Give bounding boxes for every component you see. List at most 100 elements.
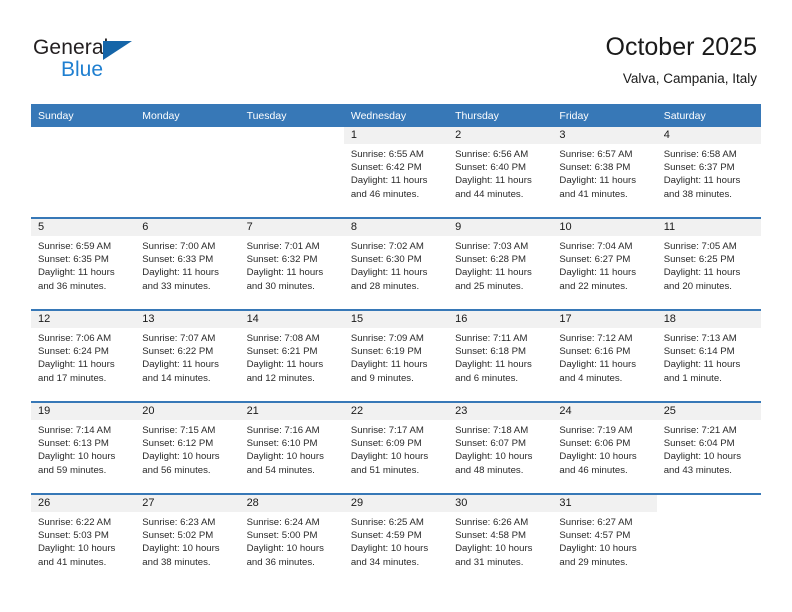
calendar-day-cell[interactable]: 25 Sunrise: 7:21 AM Sunset: 6:04 PM Dayligh… [656,403,761,493]
calendar-day-cell[interactable]: 1 Sunrise: 6:55 AM Sunset: 6:42 PM Daylight… [343,127,449,217]
day-sun-info: Sunrise: 6:56 AM Sunset: 6:40 PM Daylight:… [448,144,552,201]
logo-text-general: General [33,36,109,59]
calendar-day[interactable]: 8 Sunrise: 7:02 AM Sunset: 6:30 PM Daylight… [343,219,449,309]
calendar-day[interactable]: 7 Sunrise: 7:01 AM Sunset: 6:32 PM Daylight… [239,219,344,309]
calendar-day-cell[interactable]: 27 Sunrise: 6:23 AM Sunset: 5:02 PM Dayligh… [135,495,240,585]
calendar-day-cell[interactable] [31,127,135,217]
calendar-day-cell[interactable]: 30 Sunrise: 6:26 AM Sunset: 4:58 PM Dayligh… [448,495,553,585]
sunrise-text: Sunrise: 7:05 AM [663,241,737,252]
calendar-day[interactable]: 3 Sunrise: 6:57 AM Sunset: 6:38 PM Daylight… [552,127,657,217]
calendar-day[interactable]: 17 Sunrise: 7:12 AM Sunset: 6:16 PM Dayligh… [552,311,657,401]
calendar-day-cell[interactable]: 31 Sunrise: 6:27 AM Sunset: 4:57 PM Dayligh… [552,495,657,585]
calendar-day[interactable]: 29 Sunrise: 6:25 AM Sunset: 4:59 PM Dayligh… [343,495,449,585]
calendar-day-cell[interactable]: 6 Sunrise: 7:00 AM Sunset: 6:33 PM Daylight… [135,219,240,309]
calendar-day-cell[interactable]: 13 Sunrise: 7:07 AM Sunset: 6:22 PM Dayligh… [135,311,240,401]
sunrise-text: Sunrise: 6:56 AM [455,149,529,160]
calendar-day-cell[interactable]: 24 Sunrise: 7:19 AM Sunset: 6:06 PM Dayligh… [552,403,657,493]
daylight-text: and 28 minutes. [350,280,420,292]
calendar-day[interactable]: 19 Sunrise: 7:14 AM Sunset: 6:13 PM Dayligh… [31,403,136,493]
calendar-day[interactable]: 20 Sunrise: 7:15 AM Sunset: 6:12 PM Dayligh… [135,403,240,493]
calendar-day-cell[interactable]: 10 Sunrise: 7:04 AM Sunset: 6:27 PM Dayligh… [552,219,657,309]
calendar-day[interactable]: 13 Sunrise: 7:07 AM Sunset: 6:22 PM Dayligh… [135,311,240,401]
calendar-day[interactable]: 6 Sunrise: 7:00 AM Sunset: 6:33 PM Daylight… [135,219,240,309]
calendar-day-cell[interactable] [135,127,239,217]
generalblue-logo[interactable]: General Blue [33,36,153,84]
calendar-day[interactable]: 30 Sunrise: 6:26 AM Sunset: 4:58 PM Dayligh… [448,495,553,585]
calendar-day-cell[interactable]: 5 Sunrise: 6:59 AM Sunset: 6:35 PM Daylight… [31,219,136,309]
calendar-day[interactable]: 15 Sunrise: 7:09 AM Sunset: 6:19 PM Dayligh… [343,311,449,401]
calendar-day-cell[interactable]: 21 Sunrise: 7:16 AM Sunset: 6:10 PM Dayligh… [239,403,344,493]
calendar-day-cell[interactable]: 19 Sunrise: 7:14 AM Sunset: 6:13 PM Dayligh… [31,403,136,493]
calendar-day-cell[interactable]: 23 Sunrise: 7:18 AM Sunset: 6:07 PM Dayligh… [448,403,553,493]
calendar-day[interactable]: 23 Sunrise: 7:18 AM Sunset: 6:07 PM Dayligh… [448,403,553,493]
day-number: 13 [135,311,240,328]
day-sun-info: Sunrise: 6:55 AM Sunset: 6:42 PM Daylight:… [344,144,448,201]
calendar-day-cell[interactable] [657,495,761,585]
day-sun-info: Sunrise: 6:58 AM Sunset: 6:37 PM Daylight:… [657,144,761,201]
day-number: 25 [656,403,761,420]
calendar-day-cell[interactable]: 28 Sunrise: 6:24 AM Sunset: 5:00 PM Dayligh… [239,495,344,585]
calendar-day[interactable]: 22 Sunrise: 7:17 AM Sunset: 6:09 PM Dayligh… [343,403,449,493]
calendar-day-cell[interactable]: 4 Sunrise: 6:58 AM Sunset: 6:37 PM Daylight… [656,127,761,217]
calendar-day-cell[interactable]: 3 Sunrise: 6:57 AM Sunset: 6:38 PM Daylight… [552,127,657,217]
calendar-day[interactable]: 25 Sunrise: 7:21 AM Sunset: 6:04 PM Dayligh… [656,403,761,493]
calendar-day[interactable]: 27 Sunrise: 6:23 AM Sunset: 5:02 PM Dayligh… [135,495,240,585]
sunrise-text: Sunrise: 7:21 AM [663,425,737,436]
sunset-text: Sunset: 6:24 PM [38,346,109,358]
daylight-text: and 41 minutes. [38,556,107,568]
calendar-day[interactable]: 16 Sunrise: 7:11 AM Sunset: 6:18 PM Dayligh… [448,311,553,401]
calendar-day-cell[interactable]: 17 Sunrise: 7:12 AM Sunset: 6:16 PM Dayligh… [552,311,657,401]
calendar-day[interactable]: 9 Sunrise: 7:03 AM Sunset: 6:28 PM Daylight… [448,219,553,309]
calendar-day[interactable]: 12 Sunrise: 7:06 AM Sunset: 6:24 PM Dayligh… [31,311,136,401]
day-number: 1 [343,127,449,144]
calendar-day[interactable]: 26 Sunrise: 6:22 AM Sunset: 5:03 PM Dayligh… [31,495,136,585]
calendar-day-cell[interactable]: 15 Sunrise: 7:09 AM Sunset: 6:19 PM Dayligh… [343,311,449,401]
calendar-day[interactable]: 2 Sunrise: 6:56 AM Sunset: 6:40 PM Daylight… [448,127,553,217]
calendar-day-cell[interactable]: 2 Sunrise: 6:56 AM Sunset: 6:40 PM Daylight… [448,127,553,217]
sunset-text: Sunset: 6:06 PM [559,438,631,450]
calendar-day-cell[interactable]: 9 Sunrise: 7:03 AM Sunset: 6:28 PM Daylight… [448,219,553,309]
calendar-day[interactable]: 4 Sunrise: 6:58 AM Sunset: 6:37 PM Daylight… [656,127,761,217]
day-sun-info: Sunrise: 7:03 AM Sunset: 6:28 PM Daylight:… [448,236,552,293]
day-sun-info: Sunrise: 7:18 AM Sunset: 6:07 PM Daylight:… [448,420,552,477]
calendar-day-empty [657,495,761,585]
sunset-text: Sunset: 6:07 PM [455,438,527,450]
daylight-text: Daylight: 11 hours [246,359,324,371]
calendar-day[interactable]: 1 Sunrise: 6:55 AM Sunset: 6:42 PM Daylight… [343,127,449,217]
calendar-day[interactable]: 10 Sunrise: 7:04 AM Sunset: 6:27 PM Dayligh… [552,219,657,309]
day-number: 24 [552,403,657,420]
day-number: 14 [239,311,344,328]
calendar-day[interactable]: 5 Sunrise: 6:59 AM Sunset: 6:35 PM Daylight… [31,219,136,309]
calendar-day-cell[interactable]: 12 Sunrise: 7:06 AM Sunset: 6:24 PM Dayligh… [31,311,136,401]
calendar-day-empty [240,127,344,217]
day-number: 30 [448,495,553,512]
calendar-day[interactable]: 11 Sunrise: 7:05 AM Sunset: 6:25 PM Dayligh… [656,219,761,309]
calendar-day-cell[interactable]: 18 Sunrise: 7:13 AM Sunset: 6:14 PM Dayligh… [656,311,761,401]
daylight-text: and 36 minutes. [38,280,107,292]
calendar-day[interactable]: 14 Sunrise: 7:08 AM Sunset: 6:21 PM Dayligh… [239,311,344,401]
calendar-day-cell[interactable]: 16 Sunrise: 7:11 AM Sunset: 6:18 PM Dayligh… [448,311,553,401]
day-number: 15 [343,311,449,328]
calendar-day-cell[interactable]: 11 Sunrise: 7:05 AM Sunset: 6:25 PM Dayligh… [656,219,761,309]
day-sun-info: Sunrise: 6:24 AM Sunset: 5:00 PM Daylight:… [240,512,344,569]
sunset-text: Sunset: 5:00 PM [246,530,318,542]
calendar-day-cell[interactable]: 7 Sunrise: 7:01 AM Sunset: 6:32 PM Daylight… [239,219,344,309]
weekday-header-thursday: Thursday [448,104,553,127]
calendar-day-cell[interactable]: 22 Sunrise: 7:17 AM Sunset: 6:09 PM Dayligh… [343,403,449,493]
calendar-day[interactable]: 28 Sunrise: 6:24 AM Sunset: 5:00 PM Dayligh… [239,495,344,585]
calendar-day-cell[interactable]: 20 Sunrise: 7:15 AM Sunset: 6:12 PM Dayligh… [135,403,240,493]
calendar-day-cell[interactable]: 8 Sunrise: 7:02 AM Sunset: 6:30 PM Daylight… [343,219,449,309]
daylight-text: Daylight: 10 hours [350,451,429,463]
calendar-day-cell[interactable] [240,127,344,217]
sunrise-text: Sunrise: 6:26 AM [455,517,529,528]
sunset-text: Sunset: 6:21 PM [246,346,318,358]
calendar-day-cell[interactable]: 29 Sunrise: 6:25 AM Sunset: 4:59 PM Dayligh… [343,495,449,585]
calendar-day[interactable]: 21 Sunrise: 7:16 AM Sunset: 6:10 PM Dayligh… [239,403,344,493]
calendar-day[interactable]: 18 Sunrise: 7:13 AM Sunset: 6:14 PM Dayligh… [656,311,761,401]
daylight-text: Daylight: 10 hours [559,451,637,463]
calendar-day[interactable]: 24 Sunrise: 7:19 AM Sunset: 6:06 PM Dayligh… [552,403,657,493]
calendar-day-cell[interactable]: 14 Sunrise: 7:08 AM Sunset: 6:21 PM Dayligh… [239,311,344,401]
page-title: October 2025 [605,33,758,61]
calendar-day-cell[interactable]: 26 Sunrise: 6:22 AM Sunset: 5:03 PM Dayligh… [31,495,136,585]
calendar-day[interactable]: 31 Sunrise: 6:27 AM Sunset: 4:57 PM Dayligh… [552,495,657,585]
